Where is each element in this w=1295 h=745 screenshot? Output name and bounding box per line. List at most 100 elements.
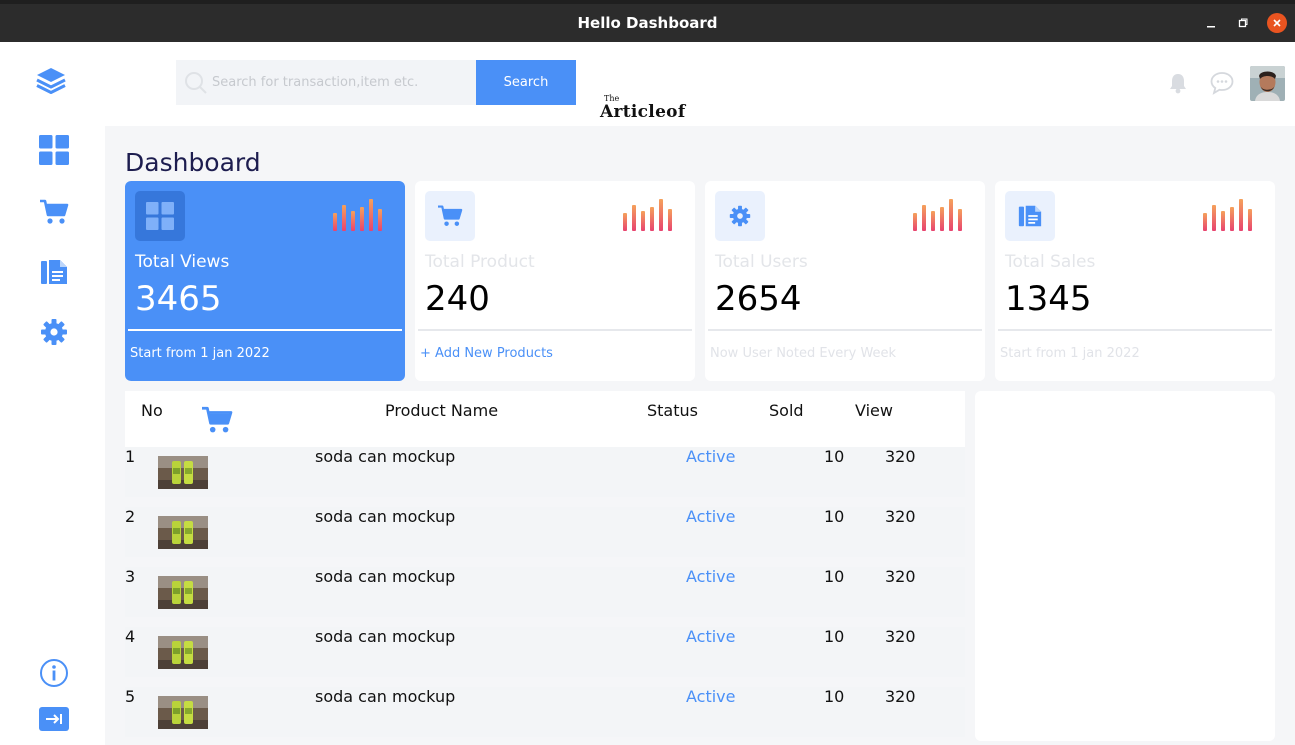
view-count: 320 [885, 507, 916, 526]
table-row[interactable]: 1 soda can mockup Active 10 320 [125, 447, 965, 497]
user-avatar[interactable] [1250, 66, 1285, 101]
status-badge: Active [686, 687, 736, 706]
maximize-icon [1238, 18, 1248, 28]
product-name: soda can mockup [315, 507, 456, 526]
view-count: 320 [885, 567, 916, 586]
search-box [176, 60, 476, 105]
window-title-bar: Hello Dashboard [0, 0, 1295, 42]
product-name: soda can mockup [315, 627, 456, 646]
column-header-product-name: Product Name [385, 401, 499, 420]
product-thumbnail [158, 576, 208, 609]
sidebar-item-logout[interactable] [38, 703, 70, 735]
chat-bubble-icon[interactable] [1209, 70, 1235, 100]
card-divider [998, 329, 1272, 331]
view-count: 320 [885, 447, 916, 466]
top-bar: Search The Articleof [0, 42, 1295, 126]
card-divider [128, 329, 402, 331]
minimize-button[interactable] [1201, 13, 1221, 33]
cart-icon [40, 199, 69, 224]
table-row[interactable]: 4 soda can mockup Active 10 320 [125, 627, 965, 677]
layers-logo-icon[interactable] [34, 66, 68, 100]
sidebar-item-info[interactable] [38, 657, 70, 689]
stat-card-total-sales[interactable]: Total Sales 1345 Start from 1 jan 2022 [995, 181, 1275, 381]
minimize-icon [1207, 26, 1215, 28]
logout-icon [39, 707, 69, 731]
main-content: Dashboard Total Views 3465 Start from 1 … [105, 126, 1295, 745]
card-label: Total Users [715, 252, 808, 272]
sold-count: 10 [824, 447, 845, 466]
table-row[interactable]: 5 soda can mockup Active 10 320 [125, 687, 965, 737]
view-count: 320 [885, 627, 916, 646]
sold-count: 10 [824, 507, 845, 526]
card-label: Total Sales [1005, 252, 1096, 272]
bar-chart-icon [623, 199, 672, 231]
bar-chart-icon [913, 199, 962, 231]
status-badge: Active [686, 627, 736, 646]
sold-count: 10 [824, 567, 845, 586]
sidebar-item-cart[interactable] [38, 196, 70, 228]
search-input[interactable] [212, 60, 472, 105]
product-table: No Product Name Status Sold View 1 soda … [125, 391, 965, 745]
card-value: 1345 [1005, 279, 1092, 319]
cart-icon [202, 406, 233, 433]
search-icon [185, 72, 207, 94]
status-badge: Active [686, 447, 736, 466]
status-badge: Active [686, 507, 736, 526]
row-number: 2 [125, 507, 136, 526]
column-header-sold: Sold [769, 401, 804, 420]
row-number: 5 [125, 687, 136, 706]
product-thumbnail [158, 636, 208, 669]
add-new-products-link[interactable]: + Add New Products [420, 346, 553, 361]
notification-bell-icon[interactable] [1168, 72, 1188, 98]
card-value: 2654 [715, 279, 802, 319]
document-icon [41, 260, 67, 284]
close-button[interactable] [1267, 13, 1287, 33]
maximize-button[interactable] [1233, 13, 1253, 33]
stat-card-total-users[interactable]: Total Users 2654 Now User Noted Every We… [705, 181, 985, 381]
product-name: soda can mockup [315, 447, 456, 466]
card-label: Total Views [135, 252, 230, 272]
search-button[interactable]: Search [476, 60, 576, 105]
grid-icon [146, 202, 174, 230]
bar-chart-icon [1203, 199, 1252, 231]
row-number: 3 [125, 567, 136, 586]
cart-icon [438, 205, 463, 226]
settings-gear-icon [41, 319, 67, 345]
table-header: No Product Name Status Sold View [125, 391, 965, 447]
stat-card-total-product[interactable]: Total Product 240 + Add New Products [415, 181, 695, 381]
card-label: Total Product [425, 252, 535, 272]
document-icon [1018, 205, 1042, 227]
bar-chart-icon [333, 199, 382, 231]
card-value: 240 [425, 279, 490, 319]
sold-count: 10 [824, 627, 845, 646]
sidebar-item-documents[interactable] [38, 256, 70, 288]
column-header-no: No [141, 401, 163, 420]
card-footer: Start from 1 jan 2022 [1000, 346, 1140, 361]
info-icon [40, 659, 68, 687]
product-thumbnail [158, 516, 208, 549]
product-thumbnail [158, 696, 208, 729]
column-header-status: Status [647, 401, 698, 420]
status-badge: Active [686, 567, 736, 586]
sold-count: 10 [824, 687, 845, 706]
table-row[interactable]: 3 soda can mockup Active 10 320 [125, 567, 965, 617]
card-icon-box [1005, 191, 1055, 241]
sidebar-item-settings[interactable] [38, 316, 70, 348]
card-divider [418, 329, 692, 331]
card-divider [708, 329, 982, 331]
table-row[interactable]: 2 soda can mockup Active 10 320 [125, 507, 965, 557]
card-icon-box [715, 191, 765, 241]
side-panel [975, 391, 1275, 741]
row-number: 4 [125, 627, 136, 646]
page-title: Dashboard [125, 148, 261, 177]
sidebar-item-dashboard[interactable] [38, 134, 70, 166]
card-value: 3465 [135, 279, 222, 319]
gear-icon [729, 205, 751, 227]
window-title: Hello Dashboard [577, 14, 718, 32]
product-name: soda can mockup [315, 567, 456, 586]
brand-name: Articleof [600, 102, 686, 122]
sidebar [0, 126, 105, 745]
stat-card-total-views[interactable]: Total Views 3465 Start from 1 jan 2022 [125, 181, 405, 381]
close-icon [1273, 19, 1281, 27]
row-number: 1 [125, 447, 136, 466]
